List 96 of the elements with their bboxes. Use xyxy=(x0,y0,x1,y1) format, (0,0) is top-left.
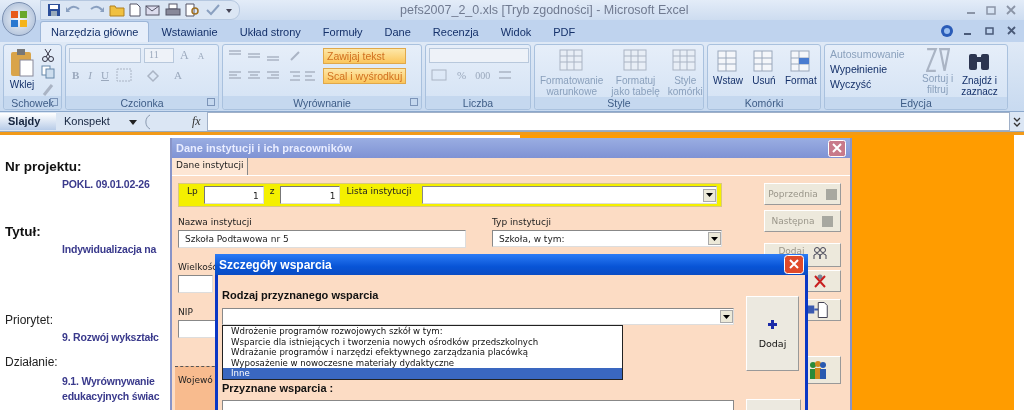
group-box-label: Wojewó xyxy=(178,375,213,385)
plus-icon xyxy=(767,318,778,330)
cell-text: Indywidualizacja na xyxy=(62,242,157,257)
dropdown-button[interactable] xyxy=(703,188,716,202)
ribbon-tab[interactable]: Dane xyxy=(374,22,421,42)
field-label: Nazwa instytucji xyxy=(178,217,253,227)
mail-icon[interactable] xyxy=(145,3,161,17)
delete-person-icon xyxy=(812,273,828,289)
group-label: Style xyxy=(607,97,631,109)
dropdown-option[interactable]: Wdrażanie programów i narzędzi efektywnego zarządzania placówką xyxy=(223,347,622,358)
field-label: Wielkość xyxy=(178,262,213,272)
editing-button[interactable]: Wyczyść xyxy=(828,78,916,90)
sort-icon xyxy=(925,48,950,72)
group-label: Wyrównanie xyxy=(293,96,351,109)
dropdown-option[interactable]: Wyposażenie w nowoczesne materiały dydaktyczne xyxy=(223,357,622,368)
clipboard-icon xyxy=(9,48,35,78)
window-title: pefs2007_2_0.xls [Tryb zgodności] - Microsoft Excel xyxy=(400,3,689,17)
ribbon-tab[interactable]: Wstawianie xyxy=(151,22,228,42)
ribbon-tab[interactable]: PDF xyxy=(543,22,586,42)
pane-tab[interactable]: Slajdy xyxy=(0,113,56,130)
group-label: Edycja xyxy=(900,97,932,109)
input-field[interactable] xyxy=(178,275,213,293)
caret-icon xyxy=(706,193,713,197)
group-label: Czcionka xyxy=(120,96,164,109)
ribbon-tab[interactable]: Narzędzia główne xyxy=(40,21,150,42)
add-button[interactable]: Dodaj xyxy=(746,296,799,371)
ribbon-tab[interactable]: Formuły xyxy=(312,22,373,42)
group-label: Komórki xyxy=(744,96,784,109)
cell-text: 9. Rozwój wykształc xyxy=(62,330,159,345)
field-label: Lp xyxy=(186,186,199,198)
field-label: Lista instytucji xyxy=(345,186,413,198)
cell-text: Działanie: xyxy=(5,354,58,371)
field-label: Rodzaj przyznanego wsparcia xyxy=(222,289,380,303)
group-label: Liczba xyxy=(462,96,494,109)
pane-tab[interactable]: Konspekt xyxy=(56,113,112,130)
number-format-field[interactable] xyxy=(429,48,529,63)
dialog-title: Dane instytucji i ich pracowników xyxy=(176,142,353,154)
dialog-title: Szczegóły wsparcia xyxy=(219,257,332,272)
logo-icon xyxy=(9,9,29,29)
brush-icon[interactable] xyxy=(41,82,55,96)
launcher-icon[interactable] xyxy=(207,98,215,106)
field-label: Przyznane wsparcia : xyxy=(222,381,335,396)
dropdown-option[interactable]: Wdrożenie programów rozwojowych szkół w tym: xyxy=(223,326,622,337)
field-label: z xyxy=(268,186,276,198)
cells-button[interactable]: Format xyxy=(783,48,819,86)
scissors-icon[interactable] xyxy=(41,48,55,62)
cells-button[interactable]: Usuń xyxy=(749,48,779,86)
paste-button[interactable]: Wklej xyxy=(7,48,37,90)
close-button[interactable] xyxy=(784,255,804,274)
formula-input[interactable] xyxy=(206,112,1010,131)
field-label: NIP xyxy=(178,307,194,317)
ribbon-tab[interactable]: Układ strony xyxy=(229,22,311,42)
function-button[interactable]: fx xyxy=(192,114,201,129)
preview-icon[interactable] xyxy=(185,3,201,17)
field-label: Typ instytucji xyxy=(492,217,552,227)
cell-text: Tytuł: xyxy=(5,223,41,240)
launcher-icon[interactable] xyxy=(410,98,418,106)
table-icon xyxy=(557,48,586,74)
table-icon xyxy=(621,48,650,74)
close-button[interactable] xyxy=(828,139,846,157)
input-field[interactable]: Szkoła Podtawowa nr 5 xyxy=(178,230,466,248)
page-icon[interactable] xyxy=(129,3,141,17)
save-icon[interactable] xyxy=(47,3,61,17)
dropdown-field[interactable]: Szkoła, w tym: xyxy=(492,230,722,247)
editing-button[interactable]: Wypełnienie xyxy=(828,63,916,75)
group-label: Schowek xyxy=(11,96,54,109)
ribbon-tab[interactable]: Recenzja xyxy=(422,22,489,42)
people-icon xyxy=(808,360,828,380)
square-icon xyxy=(825,188,837,200)
caret-icon xyxy=(723,314,730,319)
printer-icon[interactable] xyxy=(165,3,181,17)
square-icon xyxy=(822,215,834,227)
dropdown-option[interactable]: Wsparcie dla istniejących i tworzenia nowych ośrodków przedszkolnych xyxy=(223,336,622,347)
ribbon-tab[interactable]: Widok xyxy=(490,22,542,42)
editing-large-button[interactable]: Znajdź i zaznacz xyxy=(959,48,1000,97)
cell-text: edukacyjnych świac xyxy=(62,389,160,404)
dropdown-button[interactable] xyxy=(708,232,721,245)
people-icon xyxy=(812,246,827,260)
cell-text: Nr projektu: xyxy=(5,158,82,175)
input-field[interactable]: 1 xyxy=(203,186,264,204)
caret-icon xyxy=(711,236,718,241)
office-button[interactable] xyxy=(2,2,36,36)
dropdown-button[interactable] xyxy=(720,310,733,323)
input-field[interactable]: 1 xyxy=(280,186,341,204)
cells-button[interactable]: Wstaw xyxy=(711,48,745,86)
folder-icon[interactable] xyxy=(109,3,125,17)
cell-text: 9.1. Wyrównywanie xyxy=(62,374,155,389)
cell-text: Priorytet: xyxy=(5,312,53,329)
dropdown-field[interactable] xyxy=(222,308,734,325)
export-icon xyxy=(807,302,828,318)
dropdown-field[interactable] xyxy=(422,186,717,204)
cell-text: POKL. 09.01.02-26 xyxy=(62,177,150,192)
help-icon[interactable] xyxy=(940,24,954,38)
dialog-tab[interactable]: Dane instytucji xyxy=(172,158,249,175)
dropdown-option[interactable]: Inne xyxy=(223,368,622,379)
font-name-field[interactable] xyxy=(69,48,141,63)
